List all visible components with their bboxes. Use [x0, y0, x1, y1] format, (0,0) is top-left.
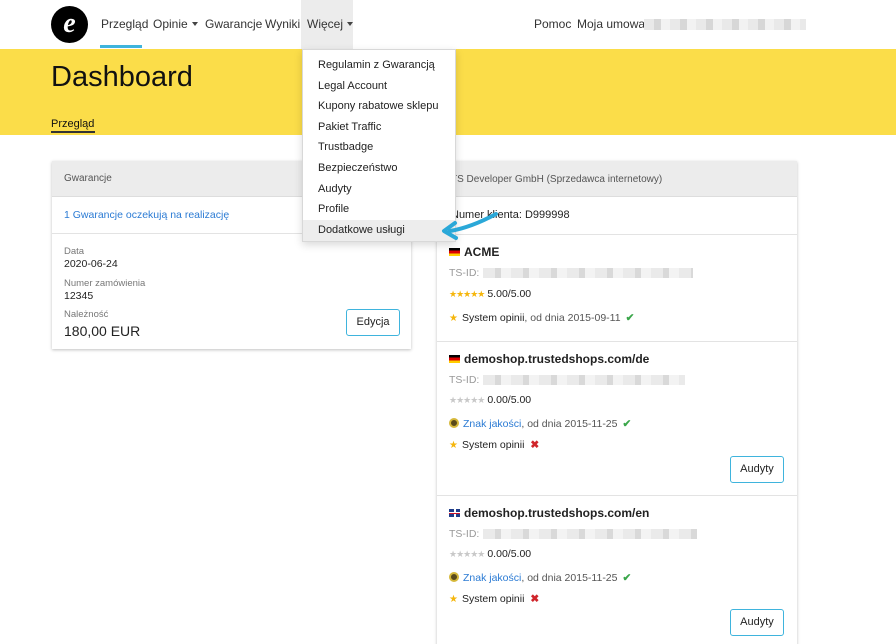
ts-id-label: TS-ID:	[449, 528, 480, 540]
feature-quality-seal: Znak jakości, od dnia 2015-11-25 ✔	[449, 572, 631, 584]
menu-item-legal-account[interactable]: Legal Account	[318, 80, 387, 92]
nav-active-indicator	[100, 45, 142, 48]
checkmark-icon: ✔	[622, 572, 632, 584]
cross-icon: ✖	[530, 439, 540, 451]
stars-icon: ★★★★★	[449, 289, 485, 299]
audits-button[interactable]: Audyty	[730, 456, 784, 483]
redacted-ts-id	[483, 529, 697, 539]
stars-icon: ★★★★★	[449, 395, 485, 405]
tab-active-underline	[51, 131, 95, 133]
feature-since: , od dnia 2015-09-11	[524, 312, 621, 324]
star-icon: ★	[449, 440, 458, 451]
tab-przeglad[interactable]: Przegląd	[51, 118, 94, 130]
checkmark-icon: ✔	[625, 312, 635, 324]
seller-name: TS Developer GmbH (Sprzedawca internetow…	[451, 174, 663, 185]
date-value: 2020-06-24	[64, 258, 118, 270]
nav-item-label: Przegląd	[101, 17, 149, 31]
german-flag-icon	[449, 355, 460, 363]
shop-name[interactable]: demoshop.trustedshops.com/en	[449, 506, 649, 520]
shop-name-text: demoshop.trustedshops.com/de	[464, 352, 650, 366]
ts-id-label: TS-ID:	[449, 267, 480, 279]
shop-name[interactable]: ACME	[449, 245, 499, 259]
amount-due-value: 180,00 EUR	[64, 323, 141, 339]
divider	[437, 495, 797, 496]
shop-name-text: ACME	[464, 245, 500, 259]
amount-due-label: Należność	[64, 309, 109, 320]
nav-item-label: Opinie	[153, 17, 188, 31]
seal-icon	[449, 572, 459, 582]
feature-name: System opinii	[461, 439, 525, 451]
pointer-arrow-icon	[442, 212, 498, 240]
edit-button[interactable]: Edycja	[346, 309, 400, 336]
cross-icon: ✖	[530, 593, 540, 605]
nav-item-przeglad[interactable]: Przegląd	[101, 0, 148, 49]
german-flag-icon	[449, 248, 460, 256]
caret-down-icon	[347, 22, 354, 26]
order-number-label: Numer zamówienia	[64, 278, 146, 289]
menu-item-dodatkowe-uslugi[interactable]: Dodatkowe usługi	[318, 224, 405, 236]
page-title: Dashboard	[51, 61, 193, 93]
nav-item-opinie[interactable]: Opinie	[153, 0, 198, 49]
rating-value: 5.00/5.00	[487, 288, 532, 300]
menu-item-pakiet-traffic[interactable]: Pakiet Traffic	[318, 121, 381, 133]
rating-value: 0.00/5.00	[487, 394, 532, 406]
ts-id-label: TS-ID:	[449, 374, 480, 386]
feature-reviews: ★ System opinii, od dnia 2015-09-11 ✔	[449, 312, 634, 324]
divider	[437, 341, 797, 342]
nav-item-label: Wyniki	[265, 17, 301, 31]
caret-down-icon	[191, 22, 198, 26]
feature-name: System opinii	[461, 593, 525, 605]
rating: ★★★★★ 0.00/5.00	[449, 548, 531, 560]
star-icon: ★	[449, 313, 458, 324]
menu-item-regulamin[interactable]: Regulamin z Gwarancją	[318, 59, 435, 71]
more-dropdown-menu: Regulamin z Gwarancją Legal Account Kupo…	[302, 49, 456, 242]
nav-item-moja-umowa[interactable]: Moja umowa	[577, 0, 645, 49]
seal-icon	[449, 418, 459, 428]
star-icon: ★	[449, 594, 458, 605]
rating: ★★★★★ 5.00/5.00	[449, 288, 531, 300]
audits-button[interactable]: Audyty	[730, 609, 784, 636]
top-navigation: e Przegląd Opinie Gwarancje Wyniki Więce…	[0, 0, 896, 49]
menu-item-profile[interactable]: Profile	[318, 203, 349, 215]
menu-item-kupony[interactable]: Kupony rabatowe sklepu	[318, 100, 438, 112]
checkmark-icon: ✔	[622, 418, 632, 430]
feature-reviews: ★ System opinii ✖	[449, 593, 539, 605]
nav-item-label: Gwarancje	[205, 17, 263, 31]
nav-item-label: Więcej	[307, 17, 344, 31]
date-label: Data	[64, 246, 85, 257]
rating-value: 0.00/5.00	[487, 548, 532, 560]
redacted-account-name[interactable]	[644, 19, 806, 30]
menu-item-audyty[interactable]: Audyty	[318, 183, 352, 195]
nav-item-wyniki[interactable]: Wyniki	[265, 0, 300, 49]
order-number-value: 12345	[64, 290, 94, 302]
menu-item-trustbadge[interactable]: Trustbadge	[318, 141, 373, 153]
rating: ★★★★★ 0.00/5.00	[449, 394, 531, 406]
redacted-ts-id	[483, 268, 693, 278]
quality-seal-link[interactable]: Znak jakości	[463, 572, 521, 584]
shop-name[interactable]: demoshop.trustedshops.com/de	[449, 352, 649, 366]
feature-since: , od dnia 2015-11-25	[521, 418, 618, 430]
feature-quality-seal: Znak jakości, od dnia 2015-11-25 ✔	[449, 418, 631, 430]
nav-item-gwarancje[interactable]: Gwarancje	[205, 0, 262, 49]
nav-item-pomoc[interactable]: Pomoc	[534, 0, 571, 49]
stars-icon: ★★★★★	[449, 549, 485, 559]
feature-name: System opinii	[461, 312, 525, 324]
uk-flag-icon	[449, 509, 460, 517]
menu-item-bezpieczenstwo[interactable]: Bezpieczeństwo	[318, 162, 398, 174]
trusted-shops-logo[interactable]: e	[51, 6, 88, 43]
redacted-ts-id	[483, 375, 685, 385]
shop-name-text: demoshop.trustedshops.com/en	[464, 506, 650, 520]
feature-since: , od dnia 2015-11-25	[521, 572, 618, 584]
quality-seal-link[interactable]: Znak jakości	[463, 418, 521, 430]
nav-item-wiecej[interactable]: Więcej	[307, 0, 354, 49]
feature-reviews: ★ System opinii ✖	[449, 439, 539, 451]
pending-guarantees-link[interactable]: 1 Gwarancje oczekują na realizację	[64, 209, 229, 221]
